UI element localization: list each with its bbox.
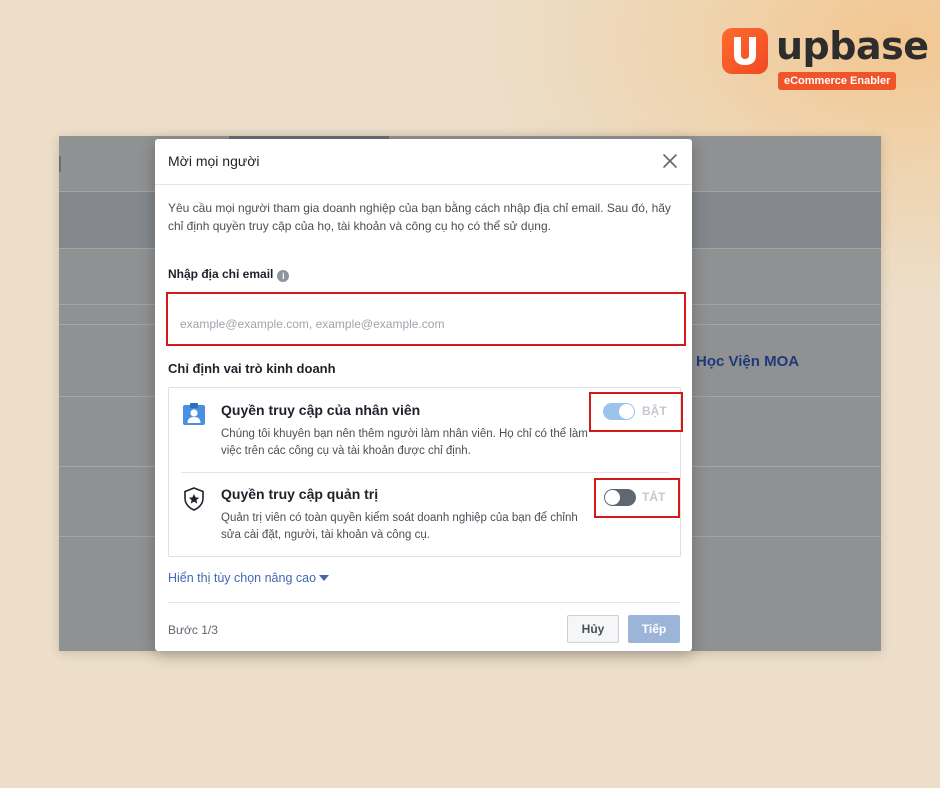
background-edge-mark [59, 156, 61, 172]
invite-people-dialog: Mời mọi người Yêu cầu mọi người tham gia… [155, 139, 692, 651]
brand-name: upbase [776, 24, 929, 68]
brand-tagline: eCommerce Enabler [778, 72, 897, 90]
cancel-button[interactable]: Hủy [567, 615, 619, 643]
close-icon[interactable] [660, 151, 680, 171]
caret-down-icon [319, 575, 330, 581]
role-description: Chúng tôi khuyên bạn nên thêm người làm … [221, 428, 588, 457]
employee-access-toggle[interactable] [603, 403, 635, 420]
role-title: Quyền truy cập của nhân viên [221, 402, 421, 418]
admin-access-toggle[interactable] [604, 489, 636, 506]
upbase-logo-icon [722, 28, 768, 74]
toggle-knob [619, 404, 634, 419]
role-title: Quyền truy cập quản trị [221, 486, 379, 502]
toggle-knob [605, 490, 620, 505]
employee-badge-icon [181, 402, 207, 428]
toggle-state-label: BẬT [642, 404, 667, 418]
brand-logo: upbase eCommerce Enabler [722, 24, 929, 92]
step-indicator: Bước 1/3 [168, 623, 218, 637]
info-icon[interactable]: i [277, 270, 290, 282]
roles-list: Quyền truy cập của nhân viên Chúng tôi k… [168, 387, 683, 557]
advanced-options-link[interactable]: Hiển thị tùy chọn nâng cao [168, 571, 330, 585]
toggle-highlight: BẬT [589, 392, 683, 432]
email-field-highlight [166, 292, 686, 346]
toggle-highlight: TẮT [594, 478, 680, 518]
email-label: Nhập địa chỉ email i [168, 267, 290, 282]
dialog-header: Mời mọi người [155, 139, 692, 185]
email-label-text: Nhập địa chỉ email [168, 267, 274, 281]
role-description: Quản trị viên có toàn quyền kiểm soát do… [221, 512, 578, 541]
admin-shield-icon [181, 486, 207, 512]
toggle-state-label: TẮT [642, 490, 666, 504]
advanced-options-label: Hiển thị tùy chọn nâng cao [168, 571, 317, 585]
background-business-link: Học Viện MOA [696, 353, 800, 370]
role-admin-access: Quyền truy cập quản trị Quản trị viên có… [169, 472, 680, 556]
footer-divider [168, 602, 680, 603]
email-field[interactable] [168, 294, 684, 344]
dialog-title: Mời mọi người [168, 153, 260, 169]
next-button[interactable]: Tiếp [628, 615, 680, 643]
dialog-description: Yêu cầu mọi người tham gia doanh nghiệp … [168, 201, 671, 233]
role-employee-access: Quyền truy cập của nhân viên Chúng tôi k… [169, 388, 683, 472]
roles-label: Chỉ định vai trò kinh doanh [168, 361, 336, 376]
